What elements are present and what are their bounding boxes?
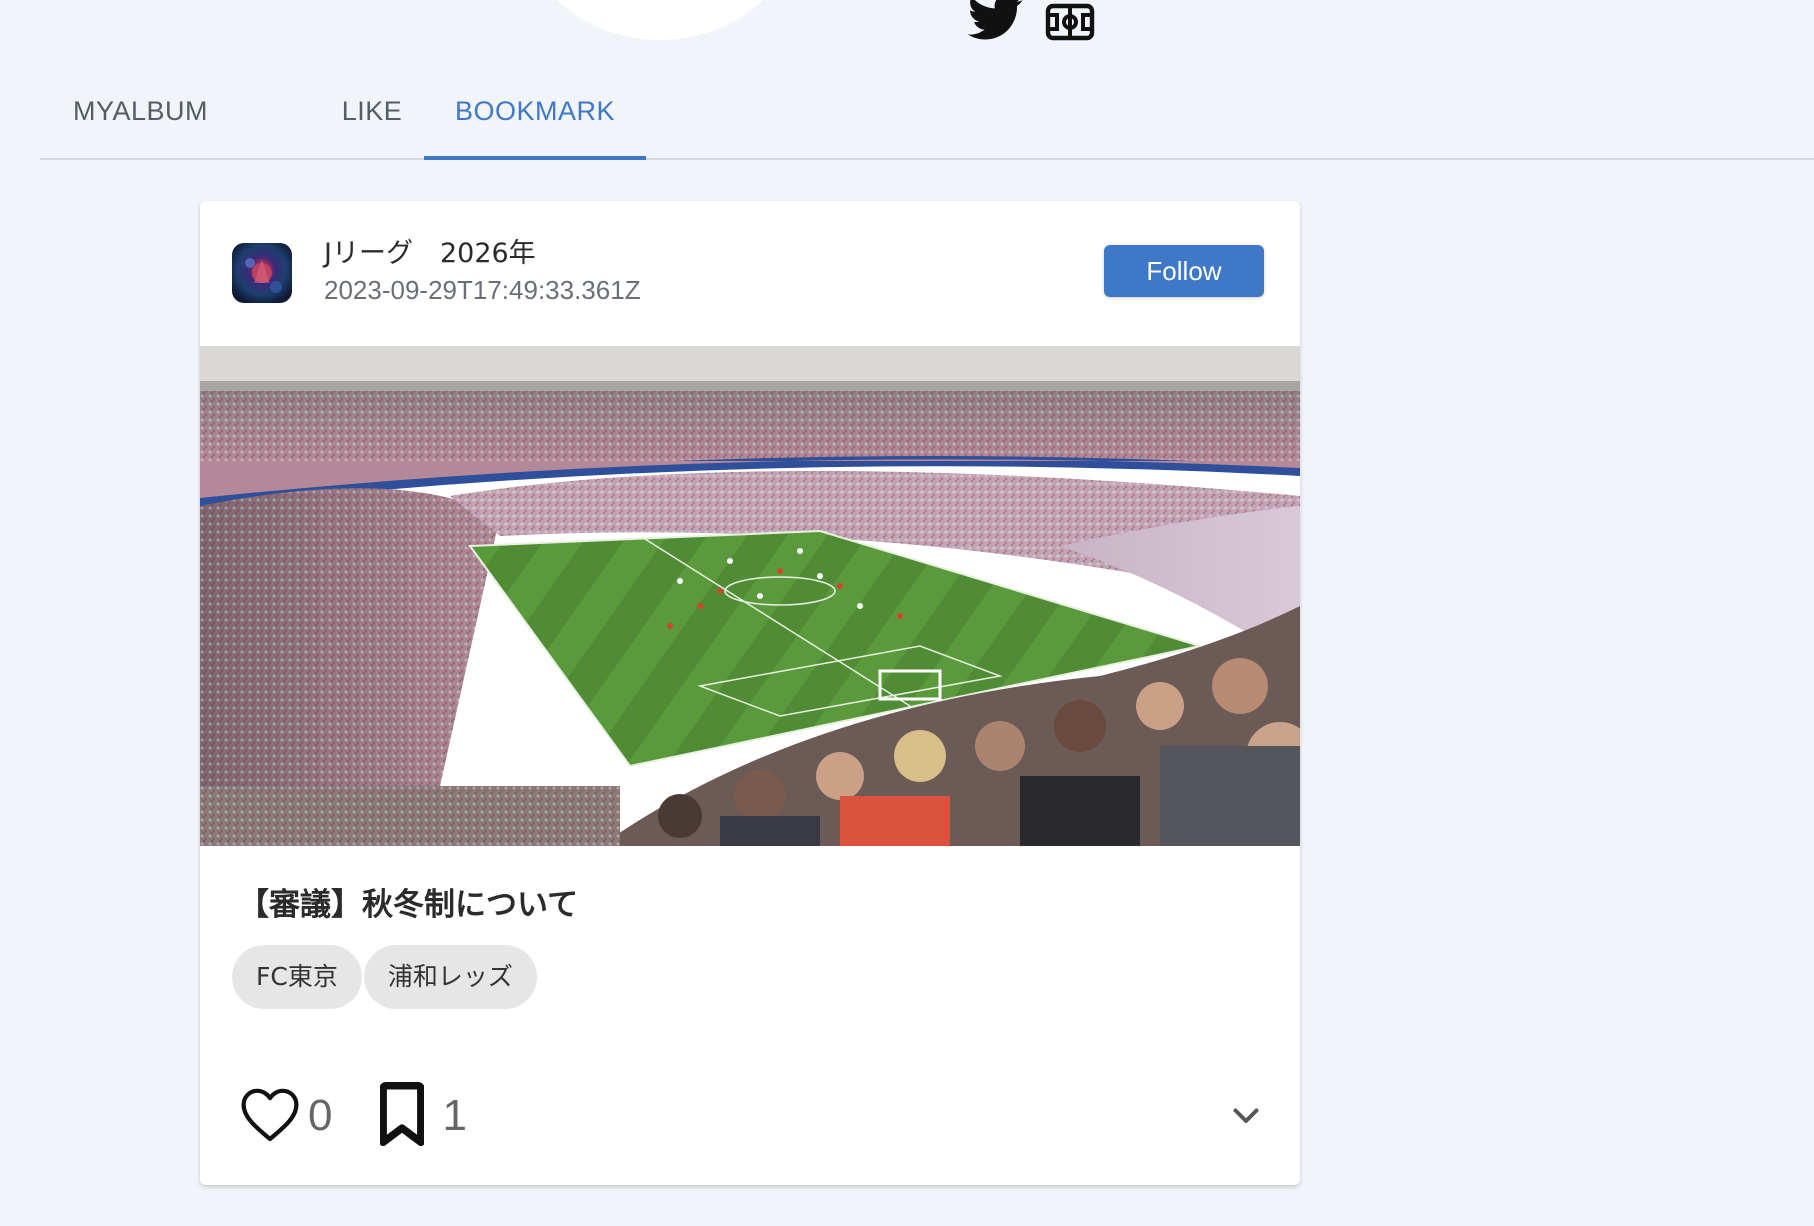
bookmark-icon — [379, 1081, 426, 1150]
follow-button[interactable]: Follow — [1104, 245, 1264, 297]
post-timestamp: 2023-09-29T17:49:33.361Z — [324, 275, 641, 305]
like-count: 0 — [308, 1091, 333, 1140]
heart-icon — [238, 1085, 302, 1147]
post-card: Jリーグ 2026年 2023-09-29T17:49:33.361Z Foll… — [200, 201, 1300, 1185]
tag-chip[interactable]: 浦和レッズ — [363, 945, 537, 1009]
tab-like[interactable]: LIKE — [302, 78, 442, 158]
tab-myalbum[interactable]: MYALBUM — [40, 78, 241, 158]
like-button[interactable]: 0 — [238, 1085, 332, 1147]
tab-bookmark[interactable]: BOOKMARK — [424, 78, 646, 160]
social-links — [968, 0, 1096, 42]
post-title: 【審議】秋冬制について — [238, 887, 579, 923]
tag-chip[interactable]: FC東京 — [232, 945, 362, 1009]
chevron-down-icon — [1228, 1108, 1264, 1137]
twitter-icon[interactable] — [968, 0, 1024, 42]
expand-button[interactable] — [1228, 1097, 1264, 1133]
bookmark-count: 1 — [442, 1091, 467, 1140]
tag-list: FC東京 浦和レッズ — [232, 945, 537, 1009]
profile-tabs: MYALBUM LIKE BOOKMARK — [40, 78, 1814, 160]
post-actions: 0 1 — [238, 1081, 467, 1151]
post-author[interactable]: Jリーグ 2026年 — [324, 231, 536, 270]
stadium-icon[interactable] — [1044, 0, 1096, 42]
profile-avatar — [510, 0, 810, 40]
post-image[interactable] — [200, 346, 1300, 846]
bookmark-button[interactable]: 1 — [379, 1081, 467, 1150]
author-avatar[interactable] — [232, 243, 292, 303]
